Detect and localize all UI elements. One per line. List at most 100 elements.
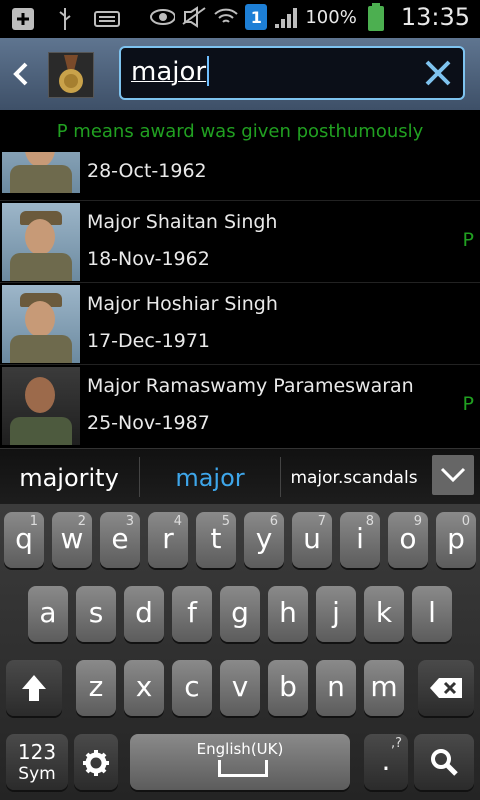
suggestion-bar: majority major major.scandals: [0, 448, 480, 505]
key-z[interactable]: z: [76, 660, 116, 716]
add-icon: [10, 6, 36, 32]
posthumous-notice: P means award was given posthumously: [0, 110, 480, 152]
key-b[interactable]: b: [268, 660, 308, 716]
results-list[interactable]: 28-Oct-1962 Major Shaitan Singh 18-Nov-1…: [0, 152, 480, 448]
action-bar: major: [0, 38, 480, 110]
item-date: 25-Nov-1987: [87, 412, 210, 434]
key-label: q: [15, 522, 33, 555]
key-label: p: [447, 522, 465, 555]
key-label: j: [332, 596, 340, 629]
keyboard-icon: [94, 6, 120, 32]
item-name: Major Shaitan Singh: [87, 211, 278, 233]
key-label: u: [303, 522, 321, 555]
backspace-key[interactable]: [418, 660, 474, 716]
period-key[interactable]: ,? .: [364, 734, 408, 790]
key-label: e: [111, 522, 129, 555]
symbols-key[interactable]: 123 Sym: [6, 734, 68, 790]
back-chevron-icon[interactable]: [10, 58, 32, 90]
list-item[interactable]: Major Ramaswamy Parameswaran 25-Nov-1987…: [0, 364, 480, 447]
key-label: i: [356, 522, 364, 555]
key-label: z: [88, 670, 104, 703]
notification-icons: [10, 6, 120, 32]
portrait-thumbnail: [2, 203, 80, 281]
key-label: w: [60, 522, 84, 555]
key-c[interactable]: c: [172, 660, 212, 716]
key-v[interactable]: v: [220, 660, 260, 716]
key-label: h: [279, 596, 297, 629]
item-date: 17-Dec-1971: [87, 330, 211, 352]
soft-keyboard: 1q 2w 3e 4r 5t 6y 7u 8i 9o 0p a s d f g …: [0, 504, 480, 800]
search-box[interactable]: major: [119, 46, 465, 100]
gear-icon: [83, 750, 109, 776]
wifi-icon: [213, 4, 239, 30]
search-input[interactable]: major: [131, 56, 210, 87]
key-i[interactable]: 8i: [340, 512, 380, 568]
backspace-icon: [430, 678, 462, 698]
key-j[interactable]: j: [316, 586, 356, 642]
key-g[interactable]: g: [220, 586, 260, 642]
key-label: y: [255, 522, 273, 555]
key-p[interactable]: 0p: [436, 512, 476, 568]
key-d[interactable]: d: [124, 586, 164, 642]
shift-key[interactable]: [6, 660, 62, 716]
key-o[interactable]: 9o: [388, 512, 428, 568]
symbols-key-top: 123: [17, 740, 57, 764]
search-key[interactable]: [414, 734, 474, 790]
key-label: a: [39, 596, 57, 629]
portrait-thumbnail: [2, 367, 80, 445]
key-s[interactable]: s: [76, 586, 116, 642]
sim-badge: 1: [245, 4, 268, 30]
mute-icon: [181, 4, 207, 30]
suggestion-item[interactable]: majority: [0, 449, 138, 505]
key-label: f: [187, 596, 197, 629]
key-t[interactable]: 5t: [196, 512, 236, 568]
list-item[interactable]: 28-Oct-1962: [0, 152, 480, 195]
text-caret: [207, 56, 210, 86]
key-label: d: [135, 596, 153, 629]
medal-icon: [48, 52, 94, 98]
shift-arrow-icon: [22, 675, 46, 701]
battery-icon: [363, 3, 389, 31]
space-bar-icon: [218, 760, 268, 777]
key-y[interactable]: 6y: [244, 512, 284, 568]
key-r[interactable]: 4r: [148, 512, 188, 568]
search-icon: [431, 749, 458, 776]
settings-key[interactable]: [74, 734, 118, 790]
list-item[interactable]: Major Hoshiar Singh 17-Dec-1971: [0, 282, 480, 365]
clear-x-icon[interactable]: [423, 58, 453, 88]
item-date: 18-Nov-1962: [87, 248, 210, 270]
suggestion-item-selected[interactable]: major: [140, 449, 280, 505]
key-k[interactable]: k: [364, 586, 404, 642]
key-label: n: [327, 670, 345, 703]
clock: 13:35: [400, 3, 470, 31]
item-name: Major Hoshiar Singh: [87, 293, 278, 315]
key-label: r: [162, 522, 174, 555]
chevron-down-icon[interactable]: [432, 455, 474, 495]
list-item[interactable]: Major Shaitan Singh 18-Nov-1962 P: [0, 200, 480, 283]
space-key[interactable]: English(UK): [130, 734, 350, 790]
key-label: k: [375, 596, 393, 629]
search-value: major: [131, 57, 207, 87]
key-u[interactable]: 7u: [292, 512, 332, 568]
key-f[interactable]: f: [172, 586, 212, 642]
key-w[interactable]: 2w: [52, 512, 92, 568]
symbols-key-bottom: Sym: [18, 764, 56, 784]
suggestion-item[interactable]: major.scandals: [281, 449, 427, 505]
item-name: Major Ramaswamy Parameswaran: [87, 375, 414, 397]
key-x[interactable]: x: [124, 660, 164, 716]
eye-icon: [149, 4, 176, 30]
key-label: t: [210, 522, 222, 555]
key-label: x: [135, 670, 153, 703]
key-l[interactable]: l: [412, 586, 452, 642]
battery-percent: 100%: [305, 6, 357, 28]
posthumous-flag: P: [462, 229, 474, 251]
key-label: c: [184, 670, 200, 703]
key-n[interactable]: n: [316, 660, 356, 716]
key-e[interactable]: 3e: [100, 512, 140, 568]
key-m[interactable]: m: [364, 660, 404, 716]
usb-icon: [52, 6, 78, 32]
key-a[interactable]: a: [28, 586, 68, 642]
key-label: s: [88, 596, 104, 629]
key-h[interactable]: h: [268, 586, 308, 642]
key-q[interactable]: 1q: [4, 512, 44, 568]
